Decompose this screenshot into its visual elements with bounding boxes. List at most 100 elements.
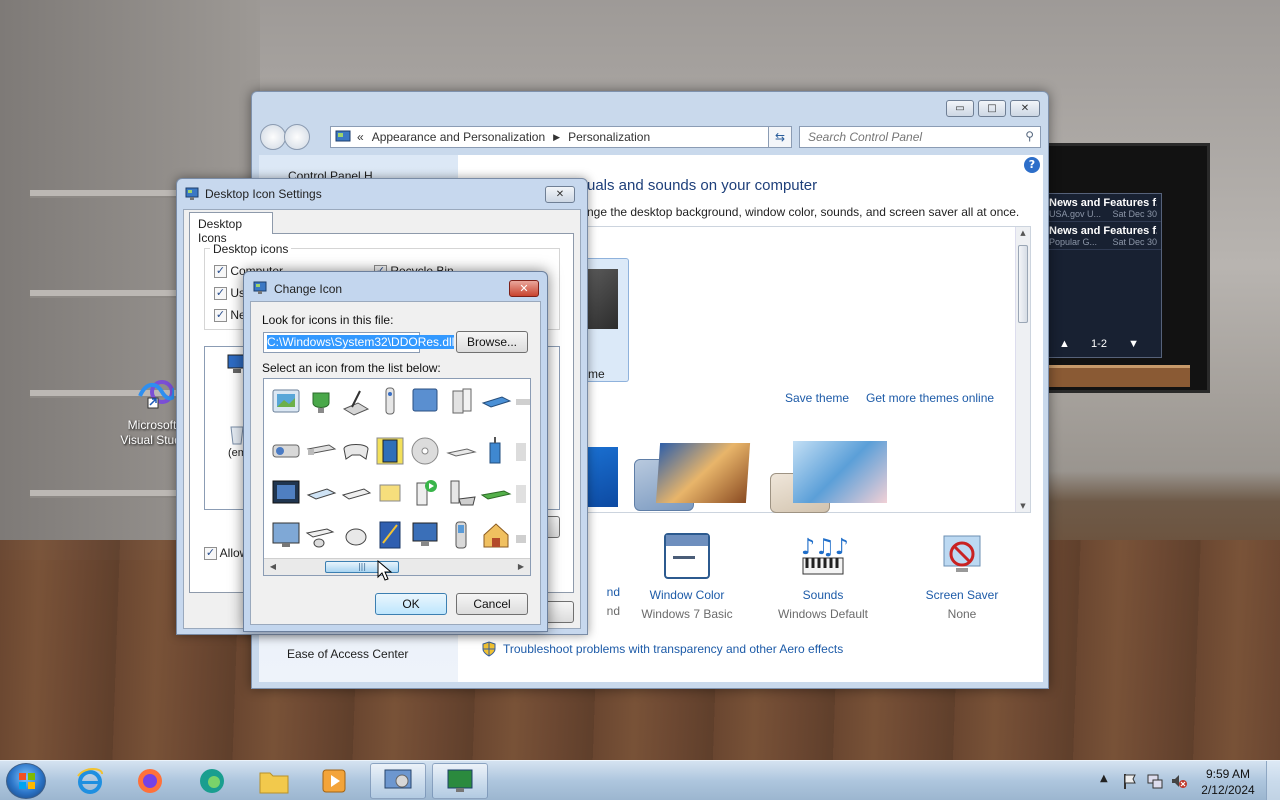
- theme-thumbnail[interactable]: [588, 447, 618, 507]
- minimize-button[interactable]: ▭: [946, 100, 974, 117]
- taskbar-personalization[interactable]: [432, 763, 488, 799]
- taskbar-media-player[interactable]: [306, 763, 362, 799]
- scrollbar-thumb[interactable]: [1018, 245, 1028, 323]
- search-icon[interactable]: ⚲: [1025, 129, 1034, 143]
- keyboard-icon[interactable]: [340, 477, 372, 509]
- next-arrow-icon[interactable]: ▼: [1128, 338, 1139, 350]
- close-button[interactable]: ✕: [1010, 100, 1040, 117]
- breadcrumb-item[interactable]: Personalization: [568, 130, 650, 144]
- desktop-computer-icon[interactable]: [409, 519, 441, 551]
- network-tower-icon[interactable]: [480, 435, 512, 467]
- pen-tablet-icon[interactable]: [340, 385, 372, 417]
- media-player-device-icon[interactable]: [374, 435, 406, 467]
- window-color-value: Windows 7 Basic: [641, 607, 733, 621]
- display-screen-icon[interactable]: [270, 477, 302, 509]
- action-center-flag-icon[interactable]: [1122, 772, 1138, 790]
- start-button[interactable]: [6, 763, 46, 799]
- close-button[interactable]: ✕: [545, 186, 575, 203]
- switch-icon[interactable]: [305, 435, 337, 467]
- network-checkbox-row[interactable]: ✓ Ne: [214, 308, 246, 323]
- volume-muted-icon[interactable]: [1170, 772, 1188, 790]
- network-icon[interactable]: [1146, 772, 1164, 790]
- folder-icon: [259, 772, 289, 794]
- vertical-scrollbar[interactable]: ▲ ▼: [1015, 227, 1030, 512]
- browse-button[interactable]: Browse...: [456, 331, 528, 353]
- partial-icon[interactable]: [514, 519, 531, 551]
- sounds-item[interactable]: ♪♫♪ Sounds Windows Default: [763, 532, 883, 621]
- horizontal-scrollbar[interactable]: ◀ ||| ▶: [264, 558, 530, 575]
- mouse-icon[interactable]: [340, 519, 372, 551]
- pc-gamepad-icon[interactable]: [445, 477, 477, 509]
- taskbar-internet-explorer[interactable]: [62, 763, 118, 799]
- partial-icon[interactable]: [514, 385, 531, 417]
- memory-card-icon[interactable]: [374, 477, 406, 509]
- taskbar-firefox[interactable]: [122, 763, 178, 799]
- page-heading: uals and sounds on your computer: [587, 177, 818, 194]
- window-color-item[interactable]: Window Color Windows 7 Basic: [627, 532, 747, 621]
- trophy-cup-icon[interactable]: [305, 385, 337, 417]
- previous-arrow-icon[interactable]: ▲: [1059, 338, 1070, 350]
- scroll-right-icon[interactable]: ▶: [514, 561, 528, 573]
- blue-book-icon[interactable]: [374, 519, 406, 551]
- taskbar-edge[interactable]: [184, 763, 240, 799]
- show-desktop-button[interactable]: [1266, 761, 1280, 800]
- mobile-phone-icon[interactable]: [445, 519, 477, 551]
- screen-saver-item[interactable]: Screen Saver None: [902, 532, 1022, 621]
- keyboard-mouse-icon[interactable]: [305, 519, 337, 551]
- selected-theme-tile[interactable]: me: [588, 258, 629, 382]
- troubleshoot-link[interactable]: Troubleshoot problems with transparency …: [503, 642, 843, 656]
- cancel-button[interactable]: Cancel: [456, 593, 528, 615]
- checkbox[interactable]: ✓: [214, 265, 227, 279]
- router-icon[interactable]: [480, 385, 512, 417]
- breadcrumb-arrow-icon[interactable]: ▶: [553, 132, 560, 143]
- tab-desktop-icons[interactable]: Desktop Icons: [189, 212, 273, 245]
- home-network-icon[interactable]: [480, 519, 512, 551]
- remote-control-icon[interactable]: [374, 385, 406, 417]
- checkbox[interactable]: ✓: [214, 309, 227, 323]
- close-button[interactable]: ✕: [509, 280, 539, 297]
- monitor-blue-icon[interactable]: [409, 385, 441, 417]
- forward-button[interactable]: [284, 124, 310, 150]
- taskbar-control-panel[interactable]: [370, 763, 426, 799]
- show-hidden-icons-chevron[interactable]: ▲: [1100, 773, 1108, 784]
- network-switch-icon[interactable]: [480, 477, 512, 509]
- server-tower-icon[interactable]: [445, 385, 477, 417]
- taskbar-file-explorer[interactable]: [246, 763, 302, 799]
- address-bar[interactable]: « Appearance and Personalization ▶ Perso…: [330, 126, 788, 148]
- themes-list[interactable]: me ▲ ▼: [587, 226, 1031, 513]
- picture-frame-icon[interactable]: [270, 385, 302, 417]
- gamepad-icon[interactable]: [340, 435, 372, 467]
- scroll-down-icon[interactable]: ▼: [1016, 500, 1030, 512]
- checkbox[interactable]: ✓: [204, 547, 217, 561]
- feed-pager: ▲ 1-2 ▼: [1059, 335, 1139, 353]
- rss-feed-gadget[interactable]: News and Features f... USA.gov U... Sat D…: [1044, 193, 1162, 358]
- lcd-monitor-icon[interactable]: [270, 519, 302, 551]
- feed-item[interactable]: News and Features f... Popular G... Sat D…: [1045, 222, 1161, 250]
- checkbox[interactable]: ✓: [214, 287, 227, 301]
- projector-icon[interactable]: [270, 435, 302, 467]
- drive-icon[interactable]: [445, 435, 477, 467]
- ease-of-access-link[interactable]: Ease of Access Center: [287, 647, 408, 661]
- back-button[interactable]: [260, 124, 286, 150]
- breadcrumb-item[interactable]: Appearance and Personalization: [372, 130, 545, 144]
- search-input[interactable]: Search Control Panel ⚲: [799, 126, 1041, 148]
- system-clock[interactable]: 9:59 AM 2/12/2024: [1196, 766, 1260, 798]
- feed-item[interactable]: News and Features f... USA.gov U... Sat D…: [1045, 194, 1161, 222]
- save-theme-link[interactable]: Save theme: [785, 391, 849, 405]
- icon-list[interactable]: ◀ ||| ▶: [263, 378, 531, 576]
- cd-disc-icon[interactable]: [409, 435, 441, 467]
- partial-icon[interactable]: [514, 477, 531, 509]
- allow-themes-checkbox-row[interactable]: ✓ Allow: [204, 546, 248, 561]
- ok-button[interactable]: OK: [375, 593, 447, 615]
- scroll-up-icon[interactable]: ▲: [1016, 227, 1030, 239]
- partial-icon[interactable]: [514, 435, 531, 467]
- scroll-left-icon[interactable]: ◀: [266, 561, 280, 573]
- change-icon-dialog: Change Icon ✕ Look for icons in this fil…: [243, 271, 548, 632]
- get-more-themes-link[interactable]: Get more themes online: [866, 391, 994, 405]
- scanner-icon[interactable]: [305, 477, 337, 509]
- maximize-button[interactable]: □: [978, 100, 1006, 117]
- refresh-button[interactable]: ⇆: [768, 126, 792, 148]
- media-server-icon[interactable]: [409, 477, 441, 509]
- file-path-input[interactable]: C:\Windows\System32\DDORes.dll: [263, 332, 455, 353]
- help-icon[interactable]: ?: [1024, 157, 1040, 173]
